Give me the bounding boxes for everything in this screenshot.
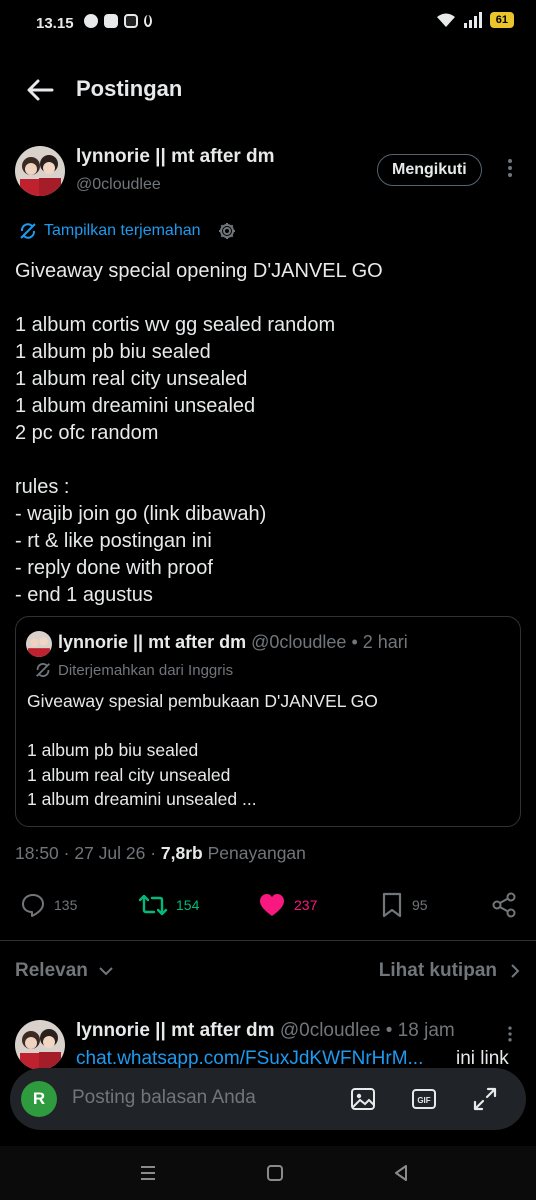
view-label: Penayangan: [202, 843, 306, 863]
bookmark-button[interactable]: 95: [380, 888, 428, 922]
view-count: 7,8rb: [160, 843, 203, 863]
following-button[interactable]: Mengikuti: [377, 154, 482, 186]
repost-icon: [138, 894, 168, 916]
expand-icon: [473, 1087, 497, 1111]
gif-icon: GIF: [412, 1089, 436, 1109]
translate-icon: [20, 223, 36, 239]
image-icon: [351, 1088, 375, 1110]
back-triangle-icon: [395, 1165, 407, 1181]
post-text: Giveaway special opening D'JANVEL GO 1 a…: [15, 260, 383, 606]
more-button[interactable]: [498, 156, 522, 180]
reply-avatar[interactable]: [15, 1020, 65, 1070]
quote-translated: Diterjemahkan dari Inggris: [34, 661, 233, 679]
action-bar: 135 154 237 95: [0, 888, 536, 924]
more-icon: [508, 159, 512, 177]
status-right: 61: [436, 12, 514, 28]
bookmark-icon: [382, 892, 402, 918]
author-handle[interactable]: @0cloudlee: [76, 176, 161, 194]
svg-text:GIF: GIF: [417, 1096, 430, 1105]
post-meta: 18:50 · 27 Jul 26 · 7,8rb Penayangan: [15, 843, 306, 864]
relevance-sort-button[interactable]: Relevan: [15, 960, 114, 982]
reply-icon: [22, 894, 44, 917]
quote-avatar: [26, 631, 52, 657]
like-count: 237: [294, 897, 318, 913]
avatar[interactable]: [15, 146, 65, 196]
whatsapp-icon: [84, 14, 98, 28]
menu-icon: [141, 1166, 155, 1180]
reply-composer[interactable]: R Posting balasan Anda GIF: [10, 1068, 526, 1130]
share-button[interactable]: [490, 888, 518, 922]
reply-text: ini link: [456, 1048, 509, 1069]
system-back-button[interactable]: [390, 1162, 412, 1184]
battery-indicator: 61: [489, 12, 514, 28]
bookmark-count: 95: [412, 897, 428, 913]
gear-icon[interactable]: [217, 221, 237, 241]
back-button[interactable]: [24, 76, 58, 104]
quote-translated-label: Diterjemahkan dari Inggris: [58, 661, 234, 679]
back-arrow-icon: [27, 79, 54, 101]
show-translation-link[interactable]: Tampilkan terjemahan: [44, 222, 201, 240]
chevron-right-icon: [511, 964, 520, 978]
more-icon[interactable]: [500, 1024, 520, 1044]
page-title: Postingan: [76, 76, 183, 101]
sort-label: Relevan: [15, 960, 88, 981]
reply-header: lynnorie || mt after dm @0cloudlee • 18 …: [76, 1020, 455, 1042]
reply-author-name: lynnorie || mt after dm: [76, 1020, 275, 1041]
repost-button[interactable]: 154: [138, 888, 199, 922]
translate-icon: [36, 663, 50, 677]
quote-meta: @0cloudlee • 2 hari: [246, 632, 408, 652]
author-name[interactable]: lynnorie || mt after dm: [76, 146, 275, 168]
view-quotes-label: Lihat kutipan: [378, 960, 497, 981]
notification-icons: [84, 14, 152, 28]
system-nav-bar: [0, 1146, 536, 1200]
add-gif-button[interactable]: GIF: [410, 1085, 438, 1113]
repost-count: 154: [176, 897, 200, 913]
quote-author-name: lynnorie || mt after dm: [58, 632, 247, 652]
share-icon: [492, 892, 516, 918]
chevron-down-icon: [99, 967, 113, 976]
app-icon: [104, 14, 118, 28]
heart-icon: [260, 894, 284, 916]
reply-meta: @0cloudlee • 18 jam: [274, 1020, 455, 1041]
user-avatar: R: [21, 1081, 57, 1117]
wifi-icon: [436, 13, 455, 27]
like-button[interactable]: 237: [258, 888, 317, 922]
signal-icon: [463, 12, 482, 28]
quote-header: lynnorie || mt after dm @0cloudlee • 2 h…: [58, 632, 408, 653]
home-button[interactable]: [264, 1162, 286, 1184]
reply-link[interactable]: chat.whatsapp.com/FSuxJdKWFNrHrM...: [76, 1048, 423, 1070]
reply-count: 135: [54, 897, 78, 913]
top-header: Postingan: [0, 64, 536, 114]
status-time: 13.15: [36, 15, 74, 32]
divider: [0, 940, 536, 941]
reply-input[interactable]: Posting balasan Anda: [72, 1087, 256, 1109]
add-image-button[interactable]: [349, 1085, 377, 1113]
recents-button[interactable]: [137, 1162, 159, 1184]
reply-sort-row: Relevan Lihat kutipan: [15, 960, 521, 986]
reply-button[interactable]: 135: [20, 888, 77, 922]
home-icon: [267, 1165, 283, 1181]
status-bar: 13.15 61: [0, 0, 536, 48]
translate-row: Tampilkan terjemahan: [18, 218, 237, 244]
tiktok-icon: [124, 14, 138, 28]
expand-composer-button[interactable]: [471, 1085, 499, 1113]
post-author: lynnorie || mt after dm @0cloudlee Mengi…: [0, 142, 536, 212]
quoted-post[interactable]: lynnorie || mt after dm @0cloudlee • 2 h…: [15, 616, 521, 827]
quote-text: Giveaway spesial pembukaan D'JANVEL GO 1…: [27, 691, 378, 809]
notification-icon: [144, 15, 152, 27]
view-quotes-button[interactable]: Lihat kutipan: [379, 960, 521, 982]
post-timestamp: 18:50 · 27 Jul 26 ·: [15, 843, 161, 863]
